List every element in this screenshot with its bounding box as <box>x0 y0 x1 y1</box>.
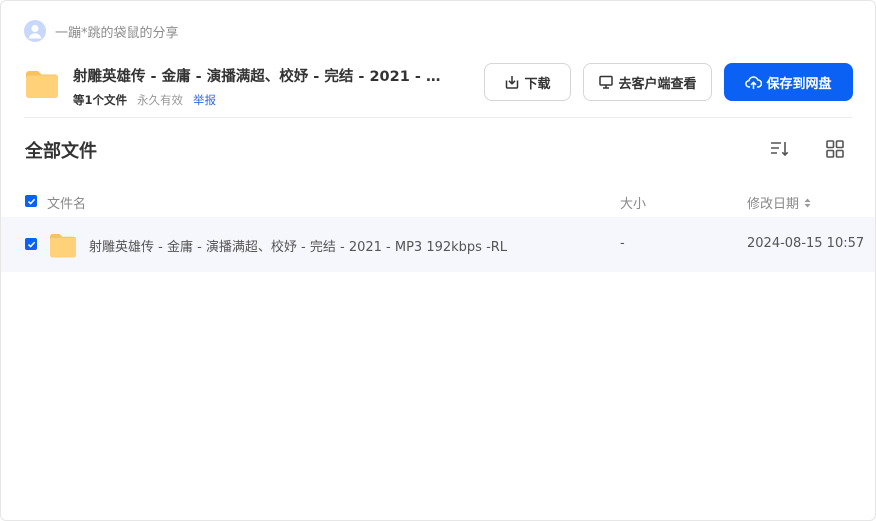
validity-text: 永久有效 <box>137 93 184 107</box>
file-name[interactable]: 射雕英雄传 - 金庸 - 演播满超、校妤 - 完结 - 2021 - MP3 1… <box>89 236 507 255</box>
file-size: - <box>620 236 625 251</box>
share-header: 射雕英雄传 - 金庸 - 演播满超、校妤 - 完结 - 2021 - MP3 1… <box>24 64 443 108</box>
save-to-drive-label: 保存到网盘 <box>766 76 832 92</box>
column-header-date[interactable]: 修改日期 <box>747 193 811 212</box>
download-icon <box>506 76 519 89</box>
cloud-upload-icon <box>745 75 763 89</box>
sharer-name: 一蹦*跳的袋鼠的分享 <box>55 25 179 41</box>
check-icon <box>27 198 35 205</box>
report-link[interactable]: 举报 <box>193 92 216 108</box>
open-in-client-button[interactable]: 去客户端查看 <box>583 63 712 101</box>
file-modified-date: 2024-08-15 10:57 <box>747 236 865 251</box>
folder-icon <box>26 71 58 98</box>
sort-arrows-icon <box>804 198 811 207</box>
sort-icon[interactable] <box>768 138 790 160</box>
table-row[interactable]: 射雕英雄传 - 金庸 - 演播满超、校妤 - 完结 - 2021 - MP3 1… <box>1 217 875 272</box>
file-count: 等1个文件 <box>73 93 128 107</box>
monitor-icon <box>599 75 614 89</box>
user-avatar-icon[interactable] <box>24 20 46 42</box>
grid-view-icon[interactable] <box>824 138 846 160</box>
save-to-drive-button[interactable]: 保存到网盘 <box>724 63 853 101</box>
row-checkbox[interactable] <box>25 238 37 250</box>
download-label: 下载 <box>524 76 551 92</box>
section-title: 全部文件 <box>25 141 97 162</box>
select-all-checkbox[interactable] <box>25 195 37 207</box>
download-button[interactable]: 下载 <box>484 63 571 101</box>
table-header: 文件名 大小 修改日期 <box>0 186 876 216</box>
column-header-name: 文件名 <box>47 197 87 212</box>
check-icon <box>27 241 35 248</box>
column-header-size: 大小 <box>620 197 647 212</box>
header-divider <box>24 117 852 118</box>
column-header-date-label: 修改日期 <box>747 197 800 212</box>
open-in-client-label: 去客户端查看 <box>618 76 697 92</box>
folder-icon <box>50 234 76 258</box>
share-title: 射雕英雄传 - 金庸 - 演播满超、校妤 - 完结 - 2021 - MP3 1… <box>73 69 443 85</box>
sharer-info: 一蹦*跳的袋鼠的分享 <box>24 20 179 42</box>
